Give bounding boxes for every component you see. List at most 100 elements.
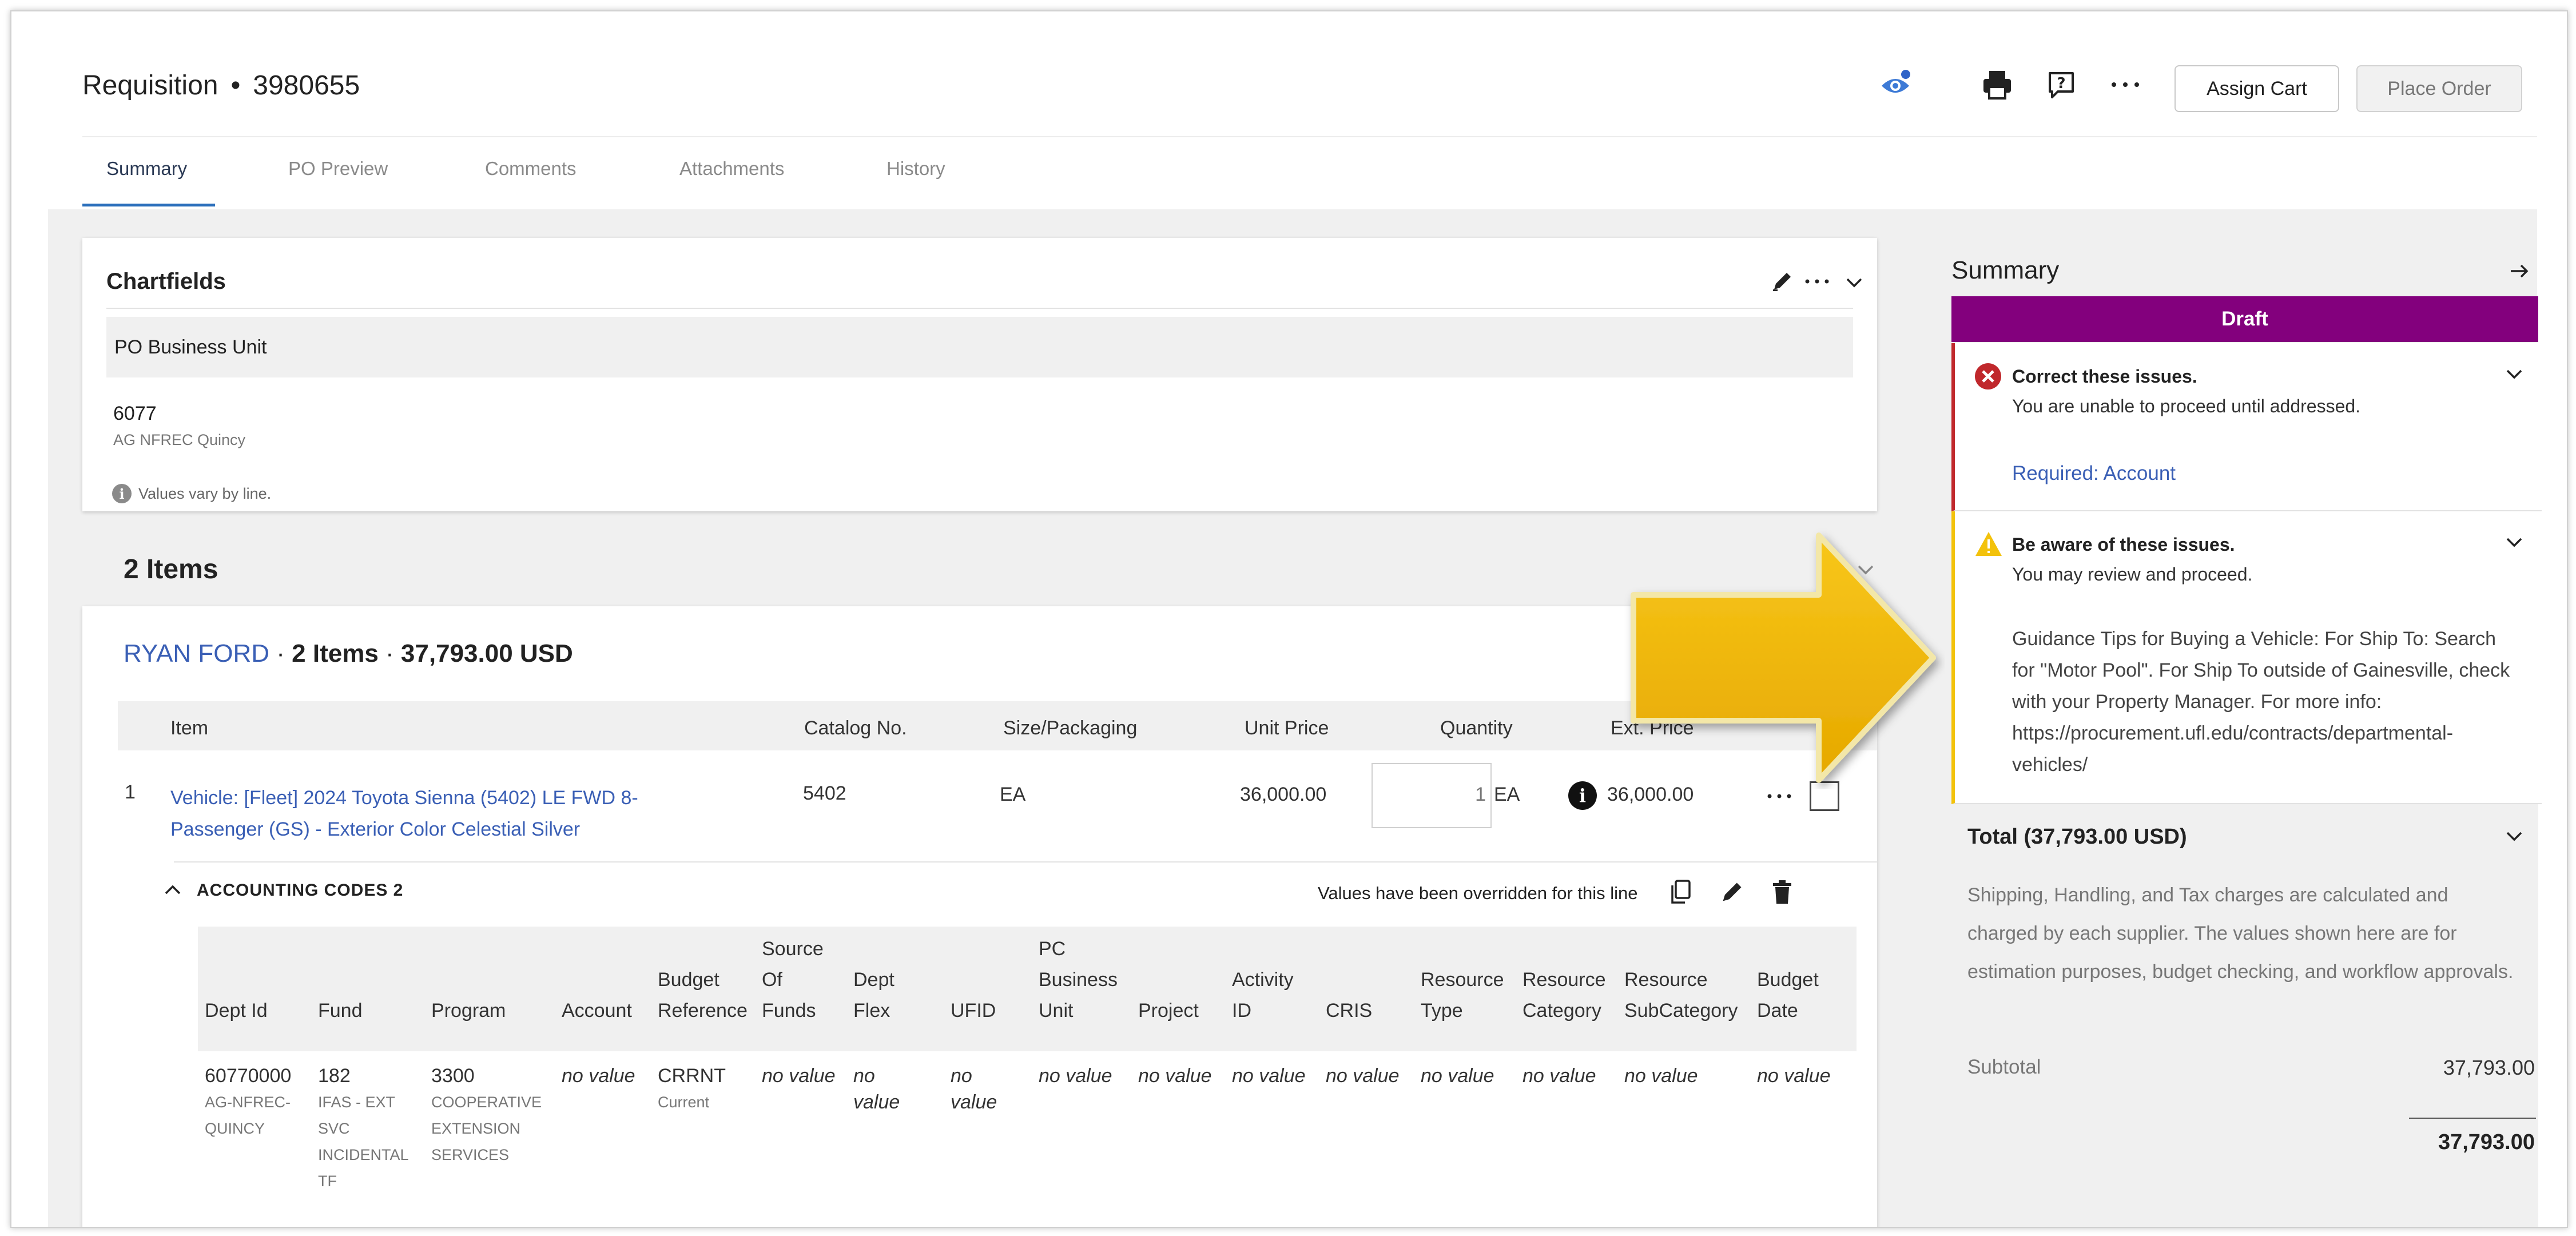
acc-col-ufid: UFID xyxy=(951,1000,996,1022)
po-business-unit-value: 6077 xyxy=(113,403,157,424)
warning-heading: Be aware of these issues. xyxy=(2012,534,2235,555)
item-size: EA xyxy=(1000,784,1026,805)
chevron-up-icon[interactable] xyxy=(161,879,184,904)
acc-col-resource-subcategory: Resource SubCategory xyxy=(1624,964,1738,1026)
item-unit-price: 36,000.00 xyxy=(1240,784,1327,805)
header-line: Category xyxy=(1522,1000,1601,1022)
pencil-icon[interactable] xyxy=(1771,270,1794,293)
info-icon[interactable]: i xyxy=(1568,781,1597,810)
cell-desc: SVC xyxy=(318,1120,350,1137)
acc-budget-date: no value xyxy=(1757,1065,1831,1087)
supplier-link[interactable]: RYAN FORD xyxy=(124,639,269,667)
acc-col-budget-date: Budget Date xyxy=(1757,964,1819,1026)
more-icon[interactable] xyxy=(1766,790,1792,802)
po-business-unit-header: PO Business Unit xyxy=(106,317,1853,377)
item-link[interactable]: Vehicle: [Fleet] 2024 Toyota Sienna (540… xyxy=(170,782,638,845)
cell-value: value xyxy=(853,1091,900,1113)
cell-value: no xyxy=(951,1065,972,1087)
chevron-down-icon[interactable] xyxy=(1844,272,1865,296)
doc-type: Requisition xyxy=(82,70,218,101)
tab-comments[interactable]: Comments xyxy=(485,158,577,180)
tab-po-preview[interactable]: PO Preview xyxy=(288,158,388,180)
supplier-sep: · xyxy=(378,639,401,667)
more-icon[interactable] xyxy=(2107,66,2144,103)
cell-desc: TF xyxy=(318,1173,337,1190)
acc-resource-type: no value xyxy=(1421,1065,1494,1087)
doc-number: 3980655 xyxy=(253,70,360,101)
tab-attachments[interactable]: Attachments xyxy=(679,158,784,180)
acc-col-pc-business-unit: PC Business Unit xyxy=(1039,933,1118,1026)
divider xyxy=(174,861,1877,863)
cell-desc: QUINCY xyxy=(205,1120,265,1137)
total-disclaimer: Shipping, Handling, and Tax charges are … xyxy=(1967,884,2514,983)
printer-icon[interactable] xyxy=(1979,66,2016,103)
title-separator: • xyxy=(230,70,241,101)
accounting-table-header: Dept Id Fund Program Account Budget Refe… xyxy=(198,927,1857,1051)
pencil-icon[interactable] xyxy=(1719,880,1744,908)
total-heading: Total (37,793.00 USD) xyxy=(1967,825,2187,849)
values-vary-note: i Values vary by line. xyxy=(112,484,271,503)
chartfields-card: Chartfields PO Business Unit 6077 AG NFR… xyxy=(82,238,1877,511)
quantity-input[interactable]: 1 xyxy=(1372,763,1492,828)
cell-desc: INCIDENTAL xyxy=(318,1146,409,1163)
acc-col-activity-id: Activity ID xyxy=(1232,964,1294,1026)
eye-icon[interactable] xyxy=(1877,66,1914,103)
cell-desc: SERVICES xyxy=(431,1146,510,1163)
trash-icon[interactable] xyxy=(1771,880,1794,908)
acc-col-project: Project xyxy=(1138,1000,1199,1022)
tab-history[interactable]: History xyxy=(887,158,945,180)
chevron-down-icon[interactable] xyxy=(2504,532,2525,555)
subtotal-label: Subtotal xyxy=(1967,1056,2041,1078)
acc-col-dept-flex: Dept Flex xyxy=(853,964,895,1026)
guidance-text: Guidance Tips for Buying a Vehicle: For … xyxy=(2012,628,2510,776)
error-text: You are unable to proceed until addresse… xyxy=(2012,396,2361,416)
supplier-header: RYAN FORD · 2 Items · 37,793.00 USD xyxy=(124,639,573,668)
acc-resource-category: no value xyxy=(1522,1065,1596,1087)
acc-fund: 182 IFAS - EXT SVC INCIDENTAL TF xyxy=(318,1063,409,1194)
header-line: Dept xyxy=(853,969,895,991)
header-line: Flex xyxy=(853,1000,891,1022)
header-line: PC xyxy=(1039,938,1066,960)
col-unit-price: Unit Price xyxy=(1245,717,1329,739)
error-icon xyxy=(1974,363,2002,393)
required-account-link[interactable]: Required: Account xyxy=(2012,462,2176,485)
warning-text: You may review and proceed. xyxy=(2012,564,2253,585)
col-item: Item xyxy=(170,717,209,739)
header-line: Activity xyxy=(1232,969,1294,991)
arrow-right-icon[interactable] xyxy=(2509,260,2531,285)
active-tab-indicator xyxy=(82,204,215,206)
subtotal-value: 37,793.00 xyxy=(2443,1056,2535,1079)
more-icon[interactable] xyxy=(1804,276,1830,287)
tab-summary[interactable]: Summary xyxy=(106,158,187,180)
acc-col-source-of-funds: Source Of Funds xyxy=(762,933,824,1026)
acc-project: no value xyxy=(1138,1065,1212,1087)
cell-value: 60770000 xyxy=(205,1065,292,1087)
acc-cris: no value xyxy=(1326,1065,1400,1087)
acc-source-of-funds: no value xyxy=(762,1065,836,1087)
acc-activity-id: no value xyxy=(1232,1065,1306,1087)
help-icon[interactable]: ? xyxy=(2043,66,2080,103)
chevron-down-icon[interactable] xyxy=(2504,364,2525,387)
acc-col-account: Account xyxy=(562,1000,632,1022)
assign-cart-button[interactable]: Assign Cart xyxy=(2175,65,2339,112)
svg-text:?: ? xyxy=(2057,75,2065,92)
error-heading: Correct these issues. xyxy=(2012,366,2197,387)
acc-pc-business-unit: no value xyxy=(1039,1065,1112,1087)
place-order-button[interactable]: Place Order xyxy=(2356,65,2522,112)
cell-desc: Current xyxy=(658,1094,710,1111)
header-line: Budget xyxy=(1757,969,1819,991)
copy-icon[interactable] xyxy=(1668,879,1693,909)
cell-value: CRRNT xyxy=(658,1065,726,1087)
cell-desc: IFAS - EXT xyxy=(318,1094,396,1111)
error-issues-panel: Correct these issues. You are unable to … xyxy=(1951,343,2542,511)
header-line: Source xyxy=(762,938,824,960)
acc-account: no value xyxy=(562,1065,635,1087)
header-line: Funds xyxy=(762,1000,816,1022)
total-value: 37,793.00 xyxy=(2438,1130,2535,1154)
items-table-header: Item Catalog No. Size/Packaging Unit Pri… xyxy=(118,701,1877,750)
app-window: Requisition • 3980655 ? Assign Cart Place … xyxy=(10,10,2568,1228)
item-name-line: Passenger (GS) - Exterior Color Celestia… xyxy=(170,818,581,840)
cell-value: value xyxy=(951,1091,997,1113)
chevron-down-icon[interactable] xyxy=(2504,826,2525,849)
acc-col-dept-id: Dept Id xyxy=(205,1000,268,1022)
